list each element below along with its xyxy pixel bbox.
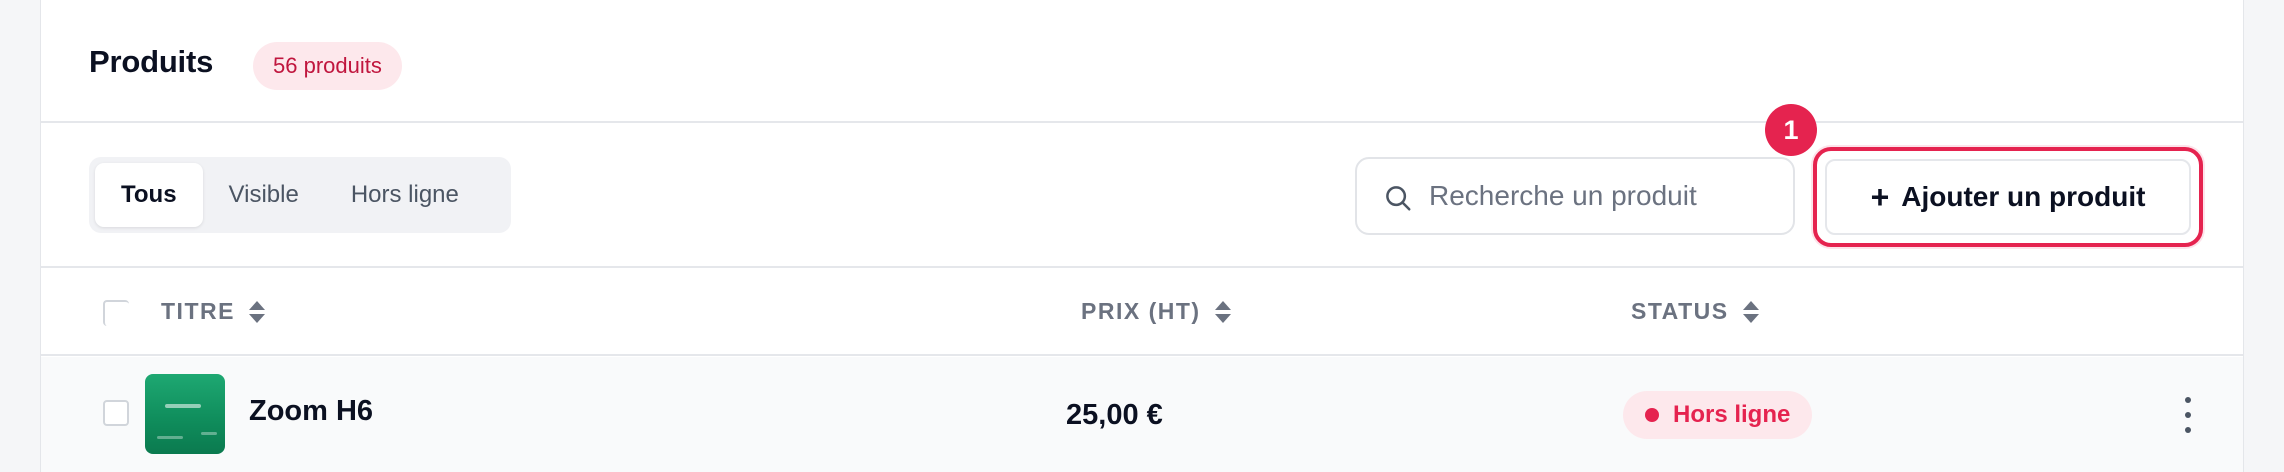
product-thumbnail [145,374,225,454]
status-label: Hors ligne [1673,401,1791,428]
product-title[interactable]: Zoom H6 [249,395,373,428]
table-row[interactable]: Zoom H6 25,00 € Hors ligne [41,357,2243,472]
column-title[interactable]: TITRE [161,298,267,325]
sort-icon [1742,300,1759,323]
column-price[interactable]: PRIX (HT) [1081,298,1233,325]
column-status[interactable]: STATUS [1631,298,1761,325]
plus-icon: + [1870,179,1890,215]
column-price-label: PRIX (HT) [1081,298,1201,324]
sort-icon [248,300,265,323]
more-options-icon[interactable] [2173,395,2203,435]
column-status-label: STATUS [1631,298,1729,324]
filter-tab-all[interactable]: Tous [95,163,203,227]
step-badge: 1 [1765,104,1817,156]
filter-tab-visible[interactable]: Visible [203,163,325,227]
product-count-badge: 56 produits [253,42,402,90]
card-header: Produits 56 produits [41,0,2243,123]
search-input[interactable] [1429,159,1779,233]
page-title: Produits [89,44,214,79]
table-header: TITRE PRIX (HT) STATUS [41,270,2243,356]
search-box[interactable] [1355,157,1795,235]
products-card: Produits 56 produits Tous Visible Hors l… [40,0,2244,472]
filter-tab-offline[interactable]: Hors ligne [325,163,485,227]
status-badge: Hors ligne [1623,391,1813,439]
product-price: 25,00 € [1066,399,1163,431]
filter-tabs: Tous Visible Hors ligne [89,157,511,233]
status-dot-icon [1645,408,1659,422]
add-product-button[interactable]: + Ajouter un produit [1813,147,2203,247]
search-icon [1386,186,1411,211]
add-product-button-body[interactable]: + Ajouter un produit [1825,159,2191,235]
toolbar: Tous Visible Hors ligne + Ajouter un pro… [41,104,2243,268]
select-all-checkbox[interactable] [103,300,129,326]
row-checkbox[interactable] [103,400,129,426]
add-product-label: Ajouter un produit [1901,181,2146,212]
column-title-label: TITRE [161,298,235,324]
sort-icon [1214,300,1231,323]
